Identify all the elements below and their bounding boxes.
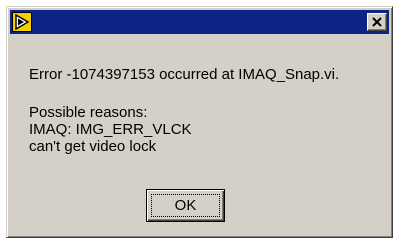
close-icon	[372, 17, 382, 27]
reason-description: can't get video lock	[29, 138, 157, 155]
error-message: Error -1074397153 occurred at IMAQ_Snap.…	[29, 66, 340, 83]
labview-run-arrow-icon	[12, 12, 32, 32]
title-bar	[10, 10, 389, 34]
close-button[interactable]	[367, 13, 387, 31]
ok-button-label: OK	[151, 194, 220, 217]
reason-code: IMAQ: IMG_ERR_VLCK	[29, 121, 192, 138]
reasons-heading: Possible reasons:	[29, 104, 148, 121]
ok-button[interactable]: OK	[146, 189, 225, 222]
error-dialog: Error -1074397153 occurred at IMAQ_Snap.…	[6, 6, 393, 238]
